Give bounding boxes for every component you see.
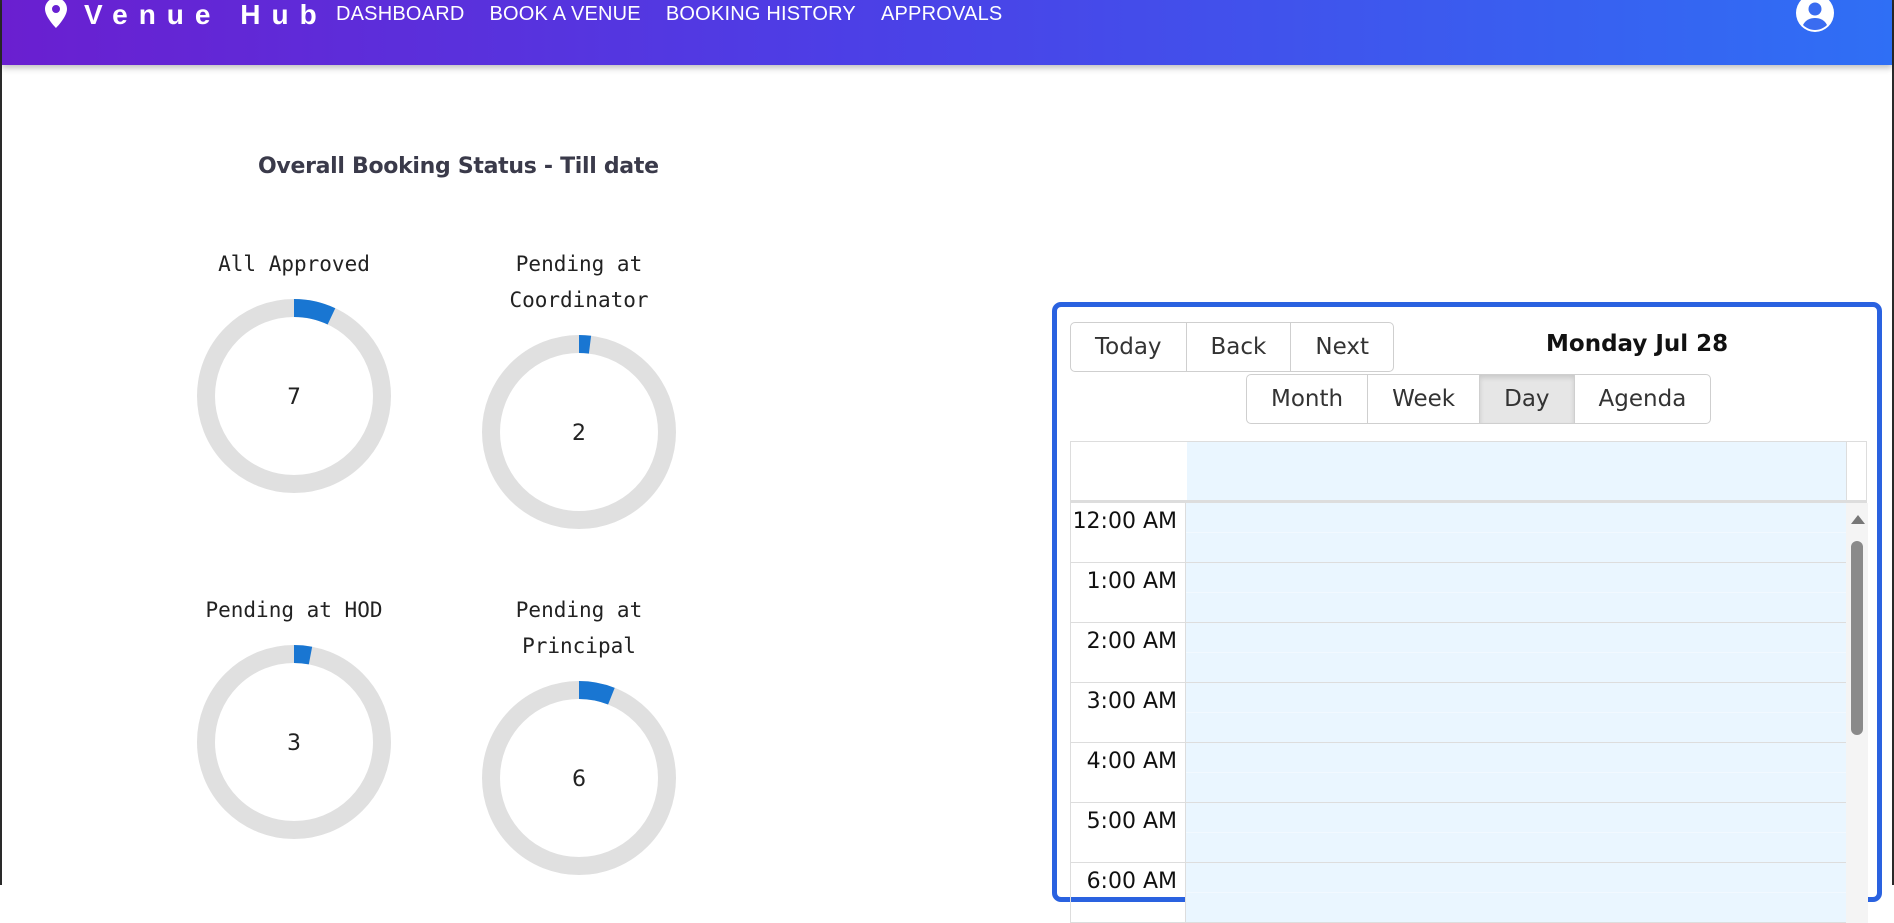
donut-pending-principal: Pending at Principal 6: [459, 592, 699, 878]
time-gutter-header: [1071, 442, 1188, 500]
donut-value: 7: [287, 385, 301, 410]
donut-value: 6: [572, 767, 586, 792]
status-title: Overall Booking Status - Till date: [258, 154, 659, 179]
scroll-up-arrow-icon[interactable]: [1851, 515, 1865, 524]
donut-label: Pending at Coordinator: [509, 252, 649, 312]
donut-all-approved: All Approved 7: [174, 246, 414, 496]
time-slot[interactable]: [1186, 683, 1846, 743]
vertical-scrollbar[interactable]: [1846, 503, 1868, 923]
donut-value: 2: [572, 421, 586, 446]
nav-booking-history[interactable]: BOOKING HISTORY: [666, 0, 856, 28]
time-row: 12:00 AM: [1071, 503, 1867, 563]
account-circle-icon[interactable]: [1796, 0, 1834, 32]
next-button[interactable]: Next: [1290, 322, 1394, 372]
time-row: 1:00 AM: [1071, 563, 1867, 623]
view-week-button[interactable]: Week: [1367, 374, 1481, 424]
time-slot[interactable]: [1186, 863, 1846, 923]
scroll-thumb[interactable]: [1851, 541, 1863, 735]
time-row: 3:00 AM: [1071, 683, 1867, 743]
today-button[interactable]: Today: [1070, 322, 1187, 372]
donut-pending-coordinator: Pending at Coordinator 2: [459, 246, 699, 532]
time-slot[interactable]: [1186, 623, 1846, 683]
calendar-view-group: Month Week Day Agenda: [1246, 374, 1712, 424]
donut-value: 3: [287, 731, 301, 756]
time-label: 12:00 AM: [1071, 503, 1186, 563]
app-name: Venue Hub: [84, 0, 328, 30]
donut-label: Pending at HOD: [205, 598, 383, 622]
time-label: 1:00 AM: [1071, 563, 1186, 623]
time-slot[interactable]: [1186, 563, 1846, 623]
donut-label: Pending at Principal: [515, 598, 643, 658]
day-header: [1070, 441, 1867, 503]
time-grid: 12:00 AM 1:00 AM 2:00 AM 3:00 AM 4:00 AM…: [1070, 503, 1868, 923]
time-slot[interactable]: [1186, 503, 1846, 563]
calendar-date-label: Monday Jul 28: [1546, 331, 1729, 357]
nav-dashboard[interactable]: DASHBOARD: [336, 0, 465, 28]
view-agenda-button[interactable]: Agenda: [1573, 374, 1712, 424]
donut-chart: 3: [197, 645, 391, 839]
view-day-button[interactable]: Day: [1479, 374, 1575, 424]
time-row: 6:00 AM: [1071, 863, 1867, 923]
nav-book-a-venue[interactable]: BOOK A VENUE: [490, 0, 641, 28]
donut-label: All Approved: [218, 252, 370, 276]
calendar-nav-group: Today Back Next: [1070, 322, 1394, 372]
window-edge-left: [0, 0, 2, 885]
day-column-header[interactable]: [1187, 442, 1847, 500]
view-month-button[interactable]: Month: [1246, 374, 1369, 424]
location-pin-icon: [44, 0, 68, 33]
time-label: 3:00 AM: [1071, 683, 1186, 743]
back-button[interactable]: Back: [1185, 322, 1292, 372]
time-slot[interactable]: [1186, 743, 1846, 803]
nav-approvals[interactable]: APPROVALS: [881, 0, 1002, 28]
app-bar: Venue Hub DASHBOARD BOOK A VENUE BOOKING…: [2, 0, 1892, 65]
time-slot[interactable]: [1186, 803, 1846, 863]
brand[interactable]: Venue Hub: [44, 0, 328, 30]
time-row: 5:00 AM: [1071, 803, 1867, 863]
donut-chart: 7: [197, 299, 391, 493]
time-label: 4:00 AM: [1071, 743, 1186, 803]
donut-chart: 6: [482, 681, 676, 875]
time-row: 2:00 AM: [1071, 623, 1867, 683]
donut-chart: 2: [482, 335, 676, 529]
donut-pending-hod: Pending at HOD 3: [174, 592, 414, 842]
time-label: 2:00 AM: [1071, 623, 1186, 683]
calendar: Today Back Next Monday Jul 28 Month Week…: [1052, 302, 1882, 923]
time-row: 4:00 AM: [1071, 743, 1867, 803]
time-label: 5:00 AM: [1071, 803, 1186, 863]
time-label: 6:00 AM: [1071, 863, 1186, 923]
main-nav: DASHBOARD BOOK A VENUE BOOKING HISTORY A…: [336, 0, 1027, 28]
